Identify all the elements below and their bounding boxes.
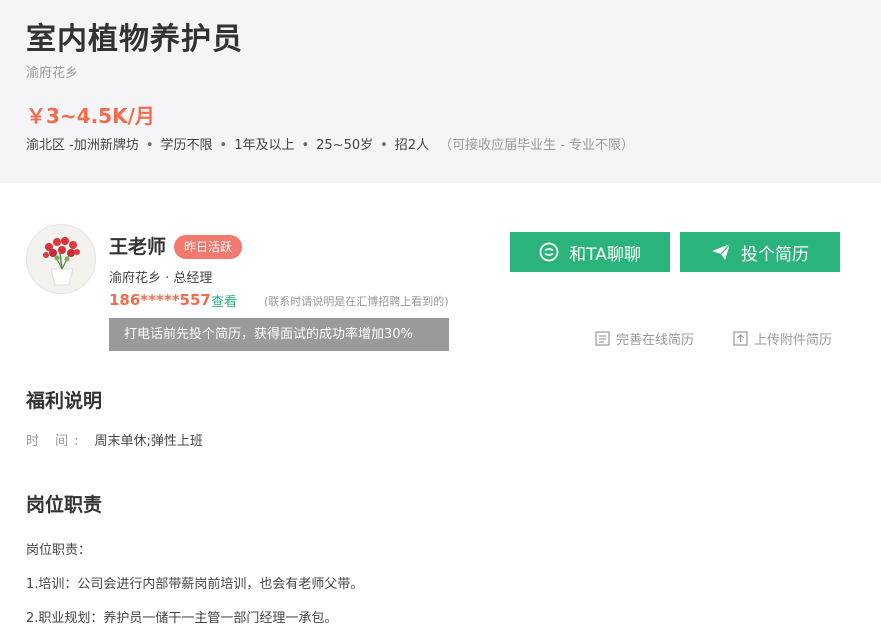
job-header: 室内植物养护员 渝府花乡 ￥3~4.5K/月 渝北区 -加洲新牌坊 • 学历不限 • 1…: [0, 0, 881, 183]
chat-button-label: 和TA聊聊: [569, 244, 641, 265]
benefit-time-value: 周末单休;弹性上班: [94, 434, 203, 449]
duty-line: 岗位职责：: [26, 543, 92, 558]
separator: •: [145, 138, 154, 153]
salary: ￥3~4.5K/月: [26, 104, 155, 128]
duty-line: 1.培训：公司会进行内部带薪岗前培训，也会有老师父带。: [26, 577, 364, 592]
view-phone-link[interactable]: 查看: [211, 291, 237, 310]
job-hiring: 招2人: [394, 138, 430, 153]
job-experience: 1年及以上: [234, 138, 295, 153]
complete-online-resume-label: 完善在线简历: [616, 333, 695, 348]
job-note: （可接收应届毕业生 - 专业不限）: [439, 138, 635, 153]
apply-button-label: 投个简历: [741, 244, 809, 265]
benefits-title: 福利说明: [26, 390, 103, 412]
avatar: [26, 224, 96, 294]
benefit-time-row: 时 间: 周末单休;弹性上班: [26, 430, 203, 449]
flower-pot-icon: [28, 226, 95, 293]
separator: •: [380, 138, 388, 153]
duties-title: 岗位职责: [26, 494, 103, 516]
chat-button[interactable]: 和TA聊聊: [510, 232, 670, 272]
job-meta: 渝北区 -加洲新牌坊 • 学历不限 • 1年及以上 • 25~50岁 • 招2人 （可接收应届毕业…: [26, 134, 634, 153]
apply-tooltip: 打电话前先投个简历，获得面试的成功率增加30%: [109, 318, 449, 351]
separator: •: [219, 138, 228, 153]
job-location: 渝北区 -加洲新牌坊: [26, 138, 139, 153]
company-name[interactable]: 渝府花乡: [26, 62, 78, 81]
chat-bubble-icon: [539, 242, 559, 262]
contact-note: (联系时请说明是在汇博招聘上看到的): [264, 295, 449, 308]
active-status-badge: 昨日活跃: [174, 235, 243, 259]
apply-resume-button[interactable]: 投个简历: [680, 232, 840, 272]
upload-attachment-resume-label: 上传附件简历: [754, 333, 833, 348]
benefit-time-key: 时 间:: [26, 434, 85, 449]
upload-icon: [733, 331, 748, 346]
job-age: 25~50岁: [316, 138, 374, 153]
separator: •: [301, 138, 310, 153]
paper-plane-icon: [711, 242, 731, 262]
document-icon: [595, 331, 610, 346]
duty-line: 2.职业规划：养护员一储干一主管一部门经理一承包。: [26, 611, 338, 626]
complete-online-resume-link[interactable]: 完善在线简历: [595, 329, 694, 348]
job-title: 室内植物养护员: [26, 22, 243, 57]
job-education: 学历不限: [160, 138, 213, 153]
upload-attachment-resume-link[interactable]: 上传附件简历: [733, 329, 832, 348]
recruiter-role: 渝府花乡 · 总经理: [109, 271, 213, 286]
recruiter-name: 王老师: [109, 236, 167, 258]
recruiter-phone: 186*****557: [109, 291, 211, 309]
